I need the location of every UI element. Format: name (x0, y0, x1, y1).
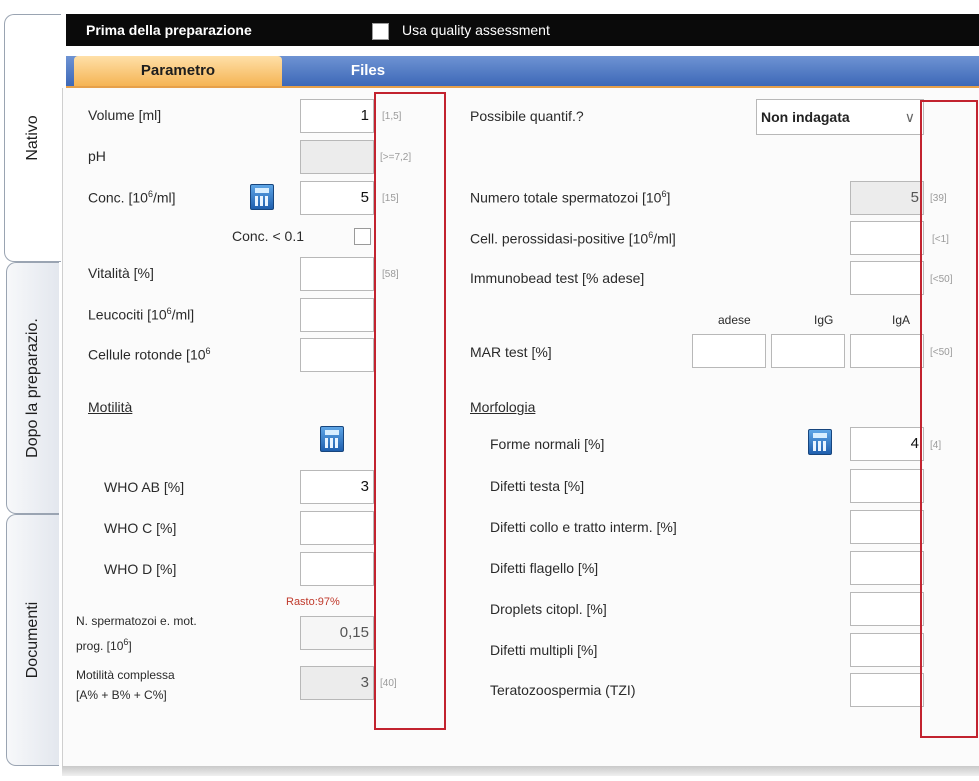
who-ab-field[interactable]: 3 (300, 470, 374, 504)
perox-label-unit: /ml] (653, 230, 676, 247)
n-sperm-label-l1: N. spermatozoi e. mot. (76, 614, 197, 628)
volume-label: Volume [ml] (88, 107, 162, 123)
qa-label: Usa quality assessment (402, 22, 550, 38)
droplets-label: Droplets citopl. [%] (490, 601, 607, 617)
tab-documenti[interactable]: Documenti (6, 514, 59, 766)
mar-iga-field[interactable] (850, 334, 924, 368)
subtab-bar: Parametro Files (66, 56, 979, 89)
subtab-parametro[interactable]: Parametro (74, 56, 282, 86)
tot-sperm-label-text: Numero totale spermatozoi [10 (470, 189, 662, 206)
calculator-icon[interactable] (808, 429, 832, 455)
qa-checkbox[interactable] (372, 23, 389, 40)
mar-igg-field[interactable] (771, 334, 845, 368)
collo-field[interactable] (850, 510, 924, 544)
flagello-label: Difetti flagello [%] (490, 560, 599, 576)
n-sperm-field[interactable]: 0,15 (300, 616, 374, 650)
forme-field[interactable]: 4 (850, 427, 924, 461)
conc-label-unit: /ml] (152, 189, 176, 206)
panel-shadow (62, 766, 979, 776)
tzi-field[interactable] (850, 673, 924, 707)
who-d-field[interactable] (300, 552, 374, 586)
cellule-field[interactable] (300, 338, 374, 372)
mot-complessa-label-l1: Motilità complessa (76, 668, 175, 682)
conc-label: Conc. [106/ml] (88, 189, 176, 206)
ratio-text: Rasto:97% (286, 596, 340, 608)
conc-label-text: Conc. [10 (88, 189, 148, 206)
range-highlight-box-left (374, 92, 446, 730)
immuno-field[interactable] (850, 261, 924, 295)
multipli-field[interactable] (850, 633, 924, 667)
quant-select[interactable]: Non indagata ∨ (756, 99, 924, 135)
testa-field[interactable] (850, 469, 924, 503)
n-sperm-label-l2: prog. [106] (76, 637, 132, 653)
perox-label-text: Cell. perossidasi-positive [10 (470, 230, 649, 247)
vitalita-field[interactable] (300, 257, 374, 291)
mot-complessa-label-l2: [A% + B% + C%] (76, 688, 167, 702)
immuno-label: Immunobead test [% adese] (470, 270, 645, 286)
cellule-label-text: Cellule rotonde [10 (88, 346, 206, 363)
morfologia-heading: Morfologia (470, 399, 536, 415)
header-bar: Prima della preparazione Usa quality ass… (66, 14, 979, 46)
tot-sperm-label-end: ] (666, 189, 671, 206)
mar-col-adese: adese (718, 313, 751, 327)
ph-field[interactable] (300, 140, 374, 174)
mar-col-igg: IgG (814, 313, 834, 327)
multipli-label: Difetti multipli [%] (490, 642, 598, 658)
tab-dopo-label: Dopo la preparazio. (24, 318, 41, 458)
tab-nativo[interactable]: Nativo (4, 14, 61, 262)
testa-label: Difetti testa [%] (490, 478, 585, 494)
conc-field[interactable]: 5 (300, 181, 374, 215)
who-c-label: WHO C [%] (104, 520, 177, 536)
tab-dopo-preparazione[interactable]: Dopo la preparazio. (6, 262, 59, 514)
mar-col-iga: IgA (892, 313, 911, 327)
flagello-field[interactable] (850, 551, 924, 585)
n-sperm-label-end: ] (128, 639, 132, 653)
perox-label: Cell. perossidasi-positive [106/ml] (470, 230, 676, 247)
leucociti-label: Leucociti [106/ml] (88, 306, 194, 323)
tot-sperm-field[interactable]: 5 (850, 181, 924, 215)
tzi-label: Teratozoospermia (TZI) (490, 682, 636, 698)
tot-sperm-label: Numero totale spermatozoi [106] (470, 189, 670, 206)
who-c-field[interactable] (300, 511, 374, 545)
cellule-label: Cellule rotonde [106 (88, 346, 211, 363)
mar-label: MAR test [%] (470, 344, 552, 360)
calculator-icon[interactable] (320, 426, 344, 452)
conc-lt-label: Conc. < 0.1 (232, 228, 304, 244)
volume-field[interactable]: 1 (300, 99, 374, 133)
motilita-heading: Motilità (88, 399, 133, 415)
leucociti-field[interactable] (300, 298, 374, 332)
tab-documenti-label: Documenti (24, 601, 41, 679)
conc-lt-checkbox[interactable] (354, 228, 371, 245)
collo-label: Difetti collo e tratto interm. [%] (490, 519, 677, 535)
leucociti-label-unit: /ml] (171, 306, 195, 323)
mar-adese-field[interactable] (692, 334, 766, 368)
quant-select-value: Non indagata (761, 109, 850, 125)
header-title: Prima della preparazione (86, 22, 252, 38)
n-sperm-label-text: prog. [10 (76, 639, 124, 653)
mot-complessa-field[interactable]: 3 (300, 666, 374, 700)
ph-label: pH (88, 148, 106, 164)
calculator-icon[interactable] (250, 184, 274, 210)
cellule-label-sup: 6 (205, 346, 211, 356)
subtab-files[interactable]: Files (318, 56, 418, 86)
leucociti-label-text: Leucociti [10 (88, 306, 167, 323)
quant-label: Possibile quantif.? (470, 108, 584, 124)
chevron-down-icon: ∨ (904, 109, 915, 125)
who-ab-label: WHO AB [%] (104, 479, 185, 495)
who-d-label: WHO D [%] (104, 561, 177, 577)
tab-nativo-label: Nativo (24, 115, 41, 161)
range-highlight-box-right (920, 100, 978, 738)
forme-label: Forme normali [%] (490, 436, 605, 452)
vitalita-label: Vitalità [%] (88, 265, 154, 281)
droplets-field[interactable] (850, 592, 924, 626)
perox-field[interactable] (850, 221, 924, 255)
